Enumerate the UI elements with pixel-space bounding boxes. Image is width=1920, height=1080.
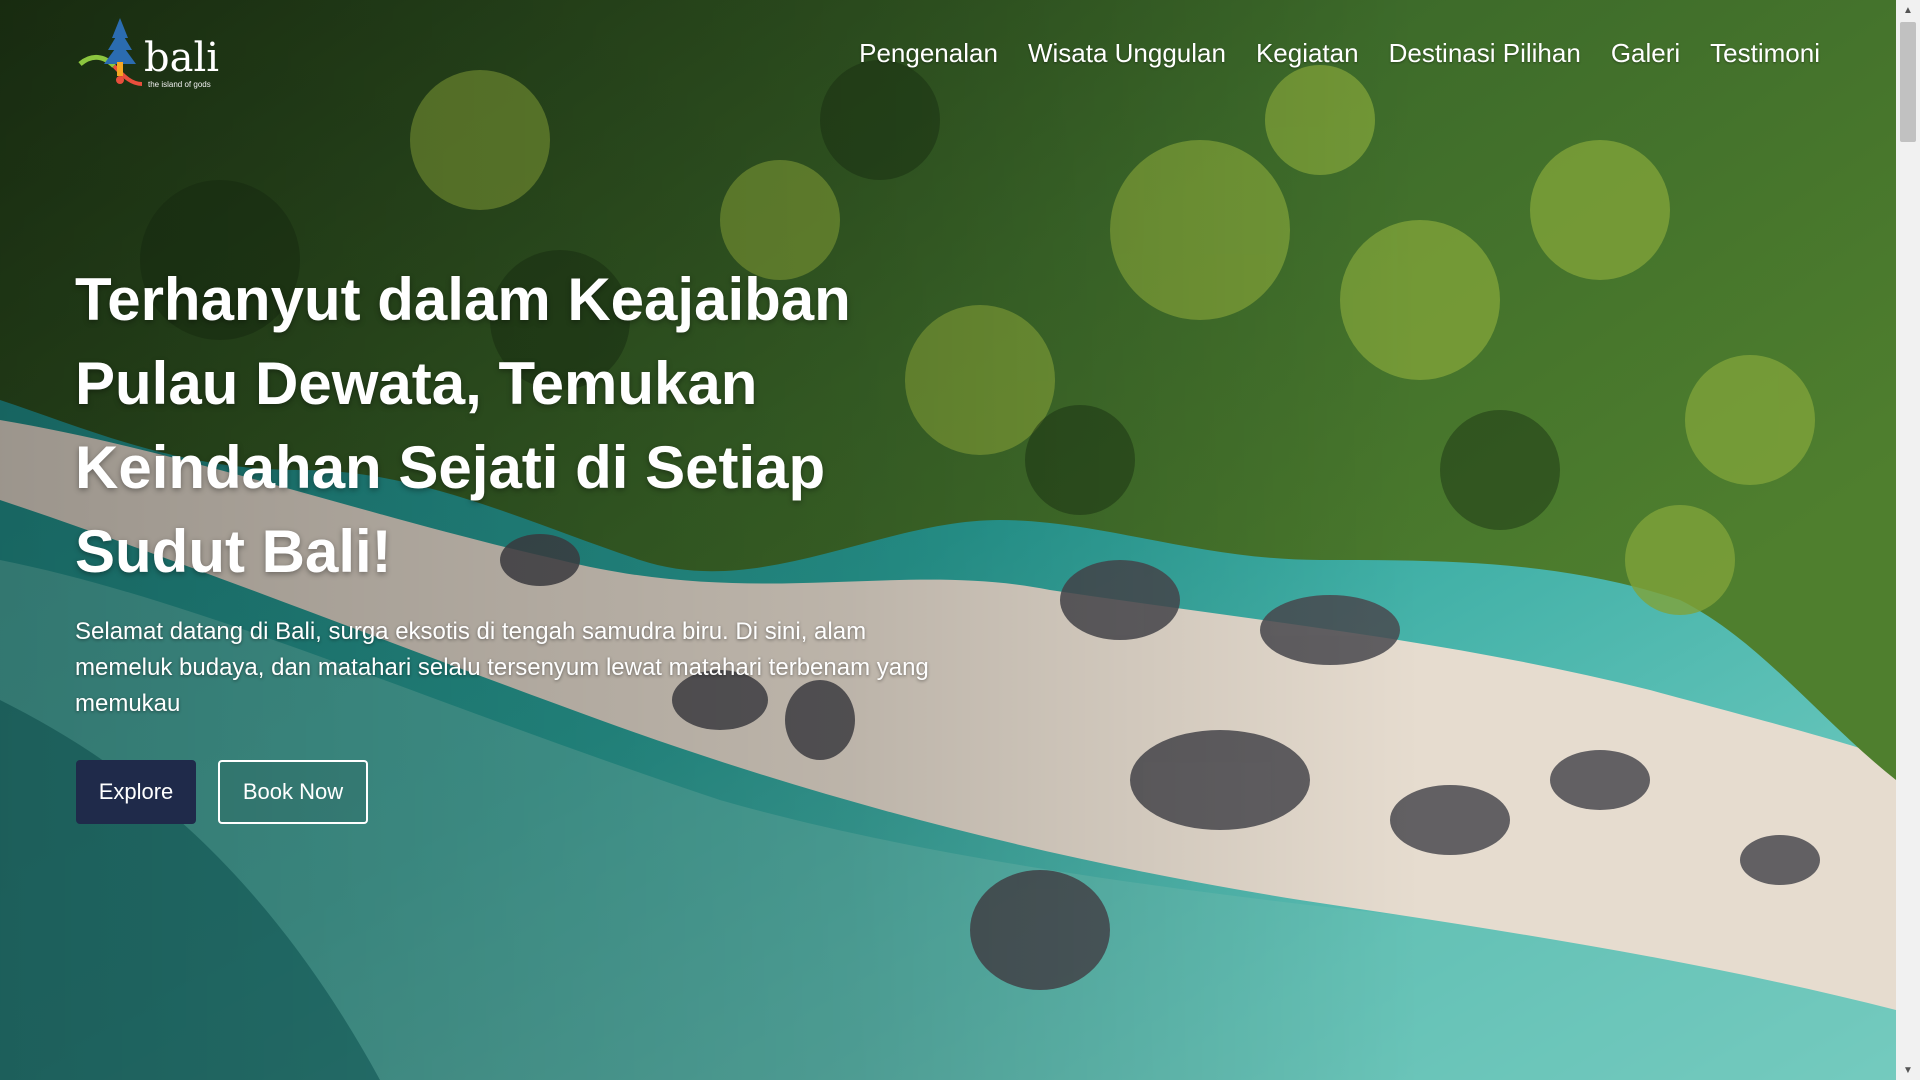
logo-wordmark: bali (144, 35, 220, 81)
book-now-button[interactable]: Book Now (218, 760, 368, 824)
nav-link-testimoni[interactable]: Testimoni (1710, 38, 1820, 69)
explore-button[interactable]: Explore (76, 760, 196, 824)
bali-temple-logo-icon (78, 18, 143, 86)
vertical-scrollbar[interactable]: ▲ ▼ (1896, 0, 1920, 1080)
nav-link-pengenalan[interactable]: Pengenalan (859, 38, 998, 69)
nav-link-kegiatan[interactable]: Kegiatan (1256, 38, 1359, 69)
navbar: bali the island of gods Pengenalan Wisat… (0, 0, 1896, 110)
scroll-up-arrow-icon[interactable]: ▲ (1896, 0, 1920, 20)
scroll-down-arrow-icon[interactable]: ▼ (1896, 1060, 1920, 1080)
hero-section: bali the island of gods Pengenalan Wisat… (0, 0, 1896, 1080)
page: bali the island of gods Pengenalan Wisat… (0, 0, 1920, 1080)
nav-link-galeri[interactable]: Galeri (1611, 38, 1680, 69)
hero-headline: Terhanyut dalam Keajaiban Pulau Dewata, … (75, 266, 851, 585)
hero-subtext: Selamat datang di Bali, surga eksotis di… (75, 618, 929, 717)
nav-link-destinasi-pilihan[interactable]: Destinasi Pilihan (1389, 38, 1581, 69)
nav-link-wisata-unggulan[interactable]: Wisata Unggulan (1028, 38, 1226, 69)
logo[interactable]: bali the island of gods (74, 14, 224, 94)
logo-tagline: the island of gods (148, 80, 211, 89)
scrollbar-thumb[interactable] (1900, 22, 1916, 142)
main-menu: Pengenalan Wisata Unggulan Kegiatan Dest… (859, 38, 1820, 69)
